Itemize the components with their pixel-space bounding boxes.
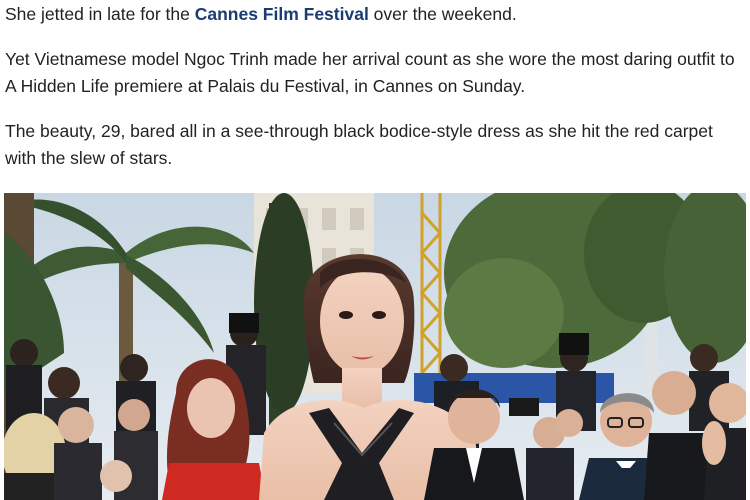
paragraph-arrival: Yet Vietnamese model Ngoc Trinh made her… [5,49,735,96]
article-photo[interactable] [4,193,746,500]
paragraph-intro: She jetted in late for the Cannes Film F… [5,1,517,28]
trees-right [444,193,746,368]
paragraph-dress: The beauty, 29, bared all in a see-throu… [5,121,713,168]
photo-illustration [4,193,746,500]
man-far-right [644,371,746,500]
paragraph-intro-text-after: over the weekend. [368,4,517,24]
paragraph-intro-text-before: She jetted in late for the [5,4,195,24]
cannes-film-festival-link[interactable]: Cannes Film Festival [195,4,369,24]
crowd-left-foreground [4,399,158,500]
